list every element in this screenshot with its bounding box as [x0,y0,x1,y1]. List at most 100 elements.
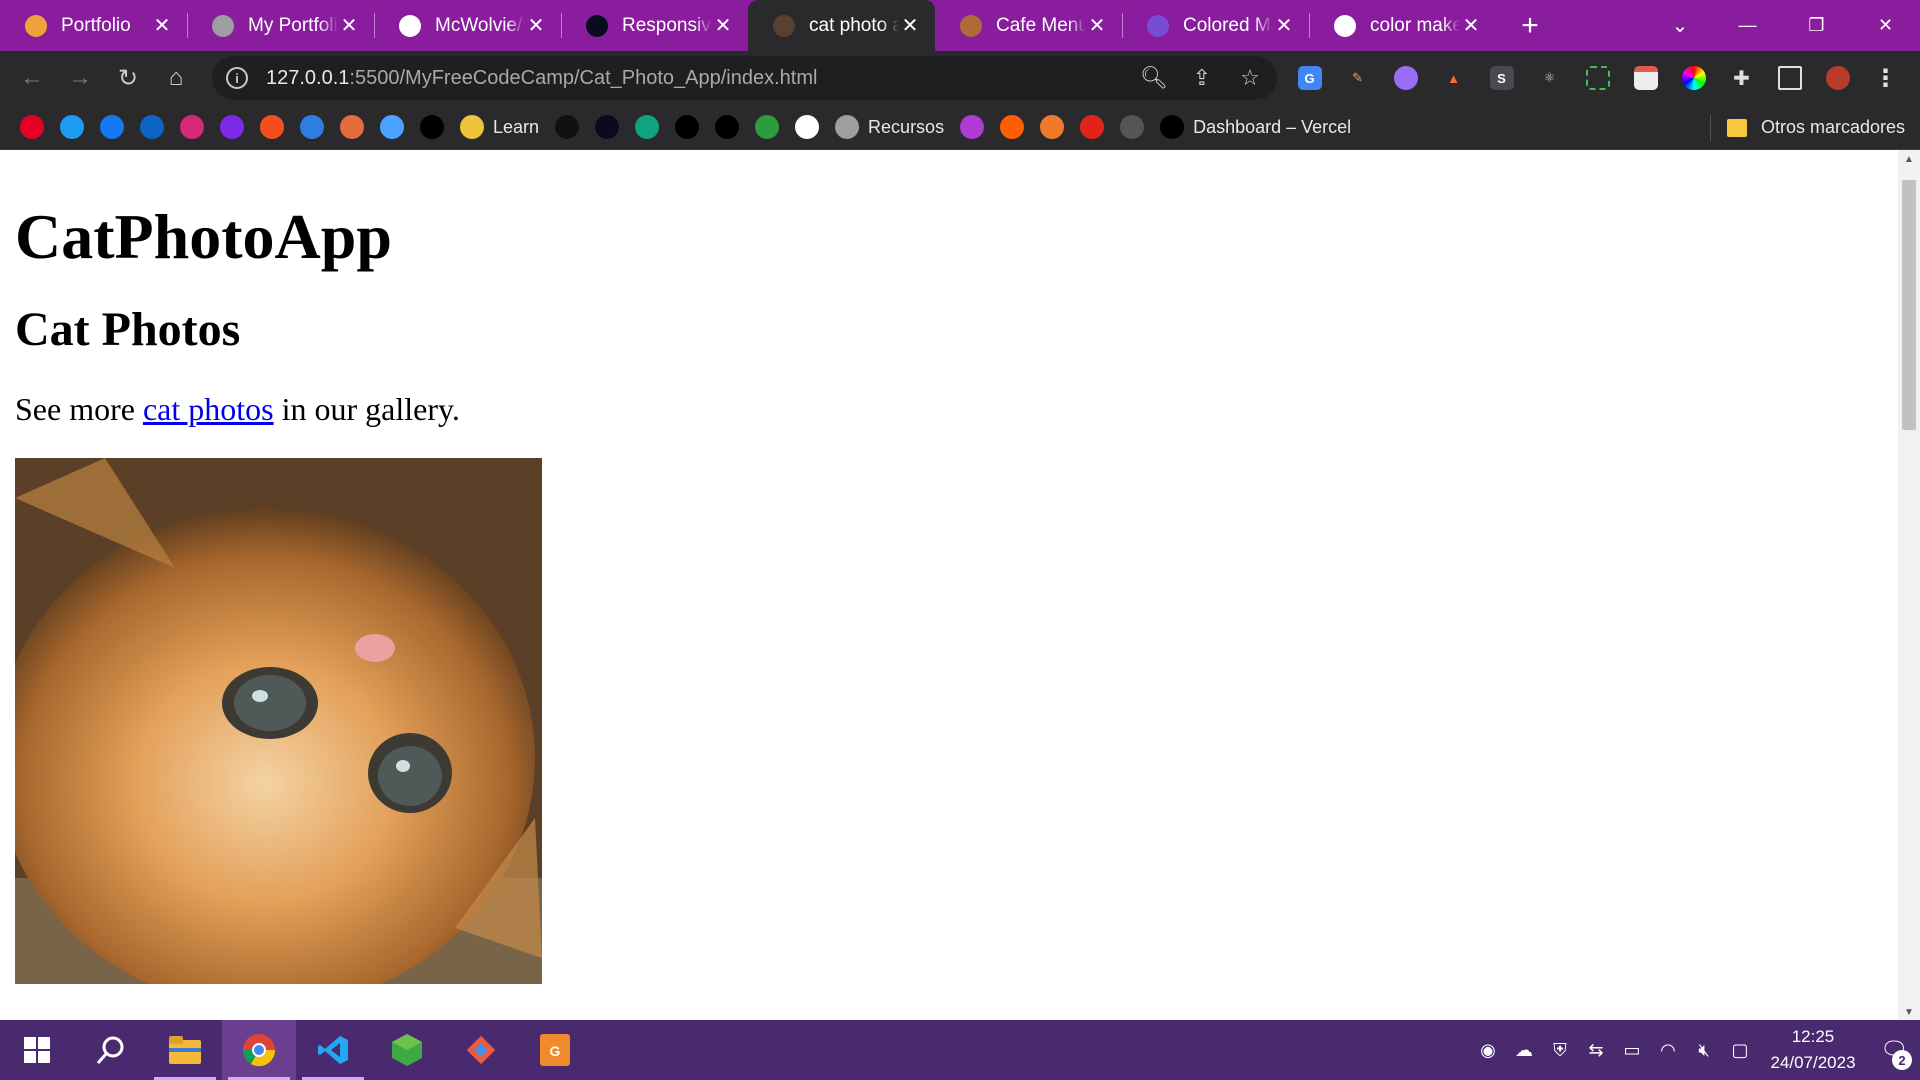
vertical-scrollbar[interactable]: ▲ ▼ [1898,150,1920,1020]
bookmark-xd[interactable] [340,109,364,145]
tab-colored-markers[interactable]: Colored Ma ✕ [1122,0,1309,51]
bookmark-star-icon[interactable]: ☆ [1233,65,1267,91]
reload-icon[interactable]: ↻ [104,54,152,102]
tab-close-icon[interactable]: ✕ [1460,13,1482,38]
profile-avatar[interactable] [1818,59,1857,98]
bookmark-m-red[interactable] [1080,109,1105,145]
cat-photos-link[interactable]: cat photos [143,391,274,427]
url-text[interactable]: 127.0.0.1:5500/MyFreeCodeCamp/Cat_Photo_… [266,67,817,90]
purple-extension-icon[interactable] [1386,59,1425,98]
vscode-icon[interactable] [296,1020,370,1080]
tab-close-icon[interactable]: ✕ [899,13,921,38]
rocket-extension-icon[interactable]: ▲ [1434,59,1473,98]
tab-google[interactable]: color make ✕ [1309,0,1496,51]
tab-close-icon[interactable]: ✕ [151,13,173,38]
bookmark-canva[interactable] [220,109,244,145]
tab-search-chevron-icon[interactable]: ⌄ [1660,0,1700,51]
pdf-app-icon[interactable]: G [518,1020,592,1080]
tab-freecodecamp[interactable]: Responsive ✕ [561,0,748,51]
bookmark-js[interactable]: Learn [460,109,539,145]
color-picker-pen-icon[interactable]: ✎ [1338,59,1377,98]
git-tool-icon[interactable] [444,1020,518,1080]
volume-muted-icon[interactable]: 🔇︎ [1686,1040,1722,1061]
bookmark-chatgpt[interactable] [635,109,660,145]
google-translate-icon[interactable]: G [1290,59,1329,98]
scroll-up-arrow-icon[interactable]: ▲ [1898,154,1920,165]
scroll-down-arrow-icon[interactable]: ▼ [1898,1007,1920,1018]
screenshot-extension-icon[interactable] [1578,59,1617,98]
remote-access-icon[interactable]: ⇆ [1578,1040,1614,1061]
react-devtools-icon[interactable]: ⚛ [1530,59,1569,98]
clock-time: 12:25 [1791,1027,1835,1046]
bookmark-twitter[interactable] [60,109,84,145]
tab-title: color make [1370,14,1460,36]
bookmark-w-green[interactable] [755,109,780,145]
chrome-tray-icon[interactable]: ◉ [1470,1040,1506,1061]
blue-bot-icon [300,115,324,139]
bookmark-eye[interactable] [1120,109,1145,145]
menu-kebab-icon[interactable]: ⋮ [1866,59,1905,98]
chrome-icon[interactable] [222,1020,296,1080]
bookmark-c-circle[interactable] [380,109,404,145]
side-panel-icon[interactable] [1770,59,1809,98]
close-window-icon[interactable]: ✕ [1851,15,1920,36]
forward-arrow-icon[interactable]: → [56,54,104,102]
bookmark-codepen[interactable] [715,109,740,145]
other-bookmarks-folder[interactable]: Otros marcadores [1727,105,1905,150]
share-icon[interactable]: ⇪ [1185,65,1219,91]
back-arrow-icon[interactable]: ← [8,54,56,102]
bookmark-pinterest[interactable] [20,109,44,145]
tab-github[interactable]: McWolvie/f ✕ [374,0,561,51]
bookmark-game[interactable] [960,109,985,145]
bookmark-instagram[interactable] [180,109,204,145]
bookmark-midudev[interactable] [675,109,700,145]
extensions-puzzle-icon[interactable]: ✚ [1722,59,1761,98]
bookmark-facebook[interactable] [100,109,124,145]
tab-cat[interactable]: cat photo a ✕ [748,0,935,51]
bookmark-tools[interactable]: Recursos [835,109,944,145]
facebook-icon [100,115,124,139]
security-shield-icon[interactable]: ⛨ [1542,1040,1578,1061]
battery-icon[interactable]: ▭ [1614,1040,1650,1061]
windows-start-icon[interactable] [0,1020,74,1080]
clock[interactable]: 12:25 24/07/2023 [1758,1024,1868,1076]
tab-close-icon[interactable]: ✕ [525,13,547,38]
nodejs-cube-icon[interactable] [370,1020,444,1080]
color-wheel-icon[interactable] [1674,59,1713,98]
home-icon[interactable]: ⌂ [152,54,200,102]
scrollbar-thumb[interactable] [1902,180,1916,430]
tab-close-icon[interactable]: ✕ [1273,13,1295,38]
site-info-icon[interactable]: i [226,67,248,89]
orange-icon [1040,115,1065,139]
calendar-extension-icon[interactable] [1626,59,1665,98]
bookmark-w3schools[interactable] [795,109,820,145]
tab-globe[interactable]: My Portfolio✕ [187,0,374,51]
bookmark-astro[interactable] [1000,109,1025,145]
bookmark-unsplash[interactable] [420,109,444,145]
bookmark-linkedin[interactable] [140,109,164,145]
s-extension-icon[interactable]: S [1482,59,1521,98]
tab-close-icon[interactable]: ✕ [1086,13,1108,38]
bookmark-vercel[interactable]: Dashboard – Vercel [1160,109,1351,145]
cloud-tray-icon[interactable]: ☁ [1506,1040,1542,1061]
tab-close-icon[interactable]: ✕ [338,13,360,38]
notification-center-icon[interactable]: 🗨︎ 2 [1868,1020,1920,1080]
tab-close-icon[interactable]: ✕ [712,13,734,38]
bookmark-orange[interactable] [1040,109,1065,145]
minimize-icon[interactable]: — [1713,15,1782,36]
bookmark-figma[interactable] [260,109,284,145]
meet-now-icon[interactable]: ▢ [1722,1040,1758,1061]
bookmark-github[interactable] [555,109,580,145]
wifi-icon[interactable]: ◠ [1650,1040,1686,1061]
zoom-icon[interactable]: 🔍︎ [1137,65,1171,91]
tab-portfolio[interactable]: Portfolio ✕ [0,0,187,51]
search-icon[interactable] [74,1020,148,1080]
new-tab-button[interactable]: + [1508,0,1552,51]
address-bar[interactable]: i 127.0.0.1:5500/MyFreeCodeCamp/Cat_Phot… [212,56,1277,100]
bookmark-freecodecamp[interactable] [595,109,620,145]
tab-cafe[interactable]: Cafe Menu ✕ [935,0,1122,51]
w3schools-icon [795,115,820,139]
file-explorer-icon[interactable] [148,1020,222,1080]
bookmark-blue-bot[interactable] [300,109,324,145]
restore-icon[interactable]: ❐ [1782,15,1851,36]
